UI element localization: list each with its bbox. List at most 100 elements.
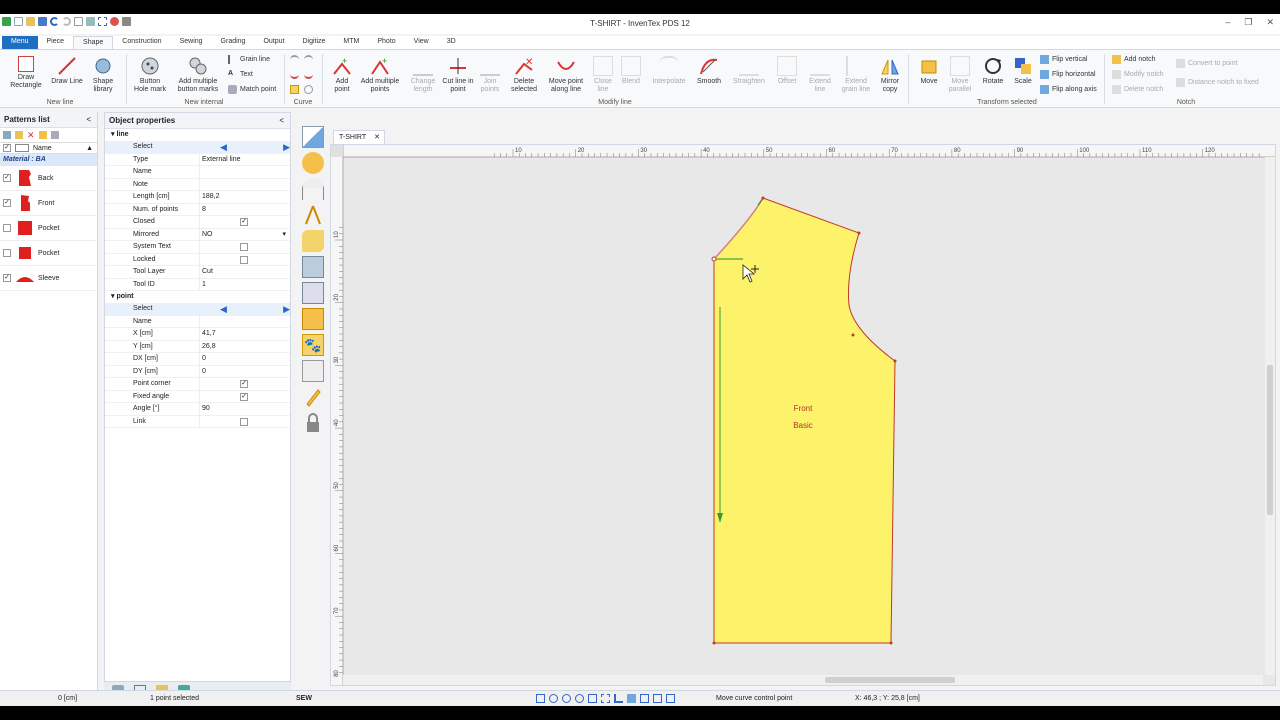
prop-point-link[interactable]: Link [105,415,290,428]
prop-point-fixed-angle[interactable]: Fixed angle ✓ [105,390,290,403]
vertical-scroll-thumb[interactable] [1267,365,1273,515]
flip-horizontal-button[interactable]: Flip horizontal [1040,70,1096,79]
close-icon[interactable]: ✕ [1266,17,1274,28]
fixed-angle-checkbox[interactable]: ✓ [240,392,248,401]
prop-point-dy[interactable]: DY [cm] 0 [105,365,290,378]
measure-icon[interactable] [653,694,662,703]
curve-ruler-tool-icon[interactable] [302,230,324,252]
delete-icon[interactable]: ✕ [27,131,35,140]
prop-point-name[interactable]: Name [105,315,290,328]
scale-button[interactable]: Scale [1010,56,1036,86]
interpolate-button[interactable]: Interpolate [648,56,690,86]
prop-line-mirrored[interactable]: Mirrored NO ▾ [105,228,290,241]
tab-grading[interactable]: Grading [212,36,255,49]
prop-value[interactable] [200,316,290,328]
distance-notch-button[interactable]: Distance notch to fixed [1176,78,1259,87]
select-all-checkbox[interactable]: ✓ [3,144,11,152]
compass-tool-icon[interactable] [302,204,324,226]
paw-tool-icon[interactable]: 🐾 [302,334,324,356]
lock-tool-icon[interactable] [302,412,324,434]
prop-line-tool-id[interactable]: Tool ID 1 [105,278,290,291]
shoulder-point[interactable] [761,196,765,200]
shape-library-button[interactable]: Shape library [86,56,120,94]
prop-line-closed[interactable]: Closed ✓ [105,216,290,229]
armhole-point[interactable] [851,333,855,337]
ruler-tool-icon[interactable] [302,126,324,148]
document-tab[interactable]: T-SHIRT ✕ [333,130,385,144]
curve-tool-2[interactable] [304,55,313,64]
prop-point-dx[interactable]: DX [cm] 0 [105,353,290,366]
selected-point[interactable] [711,256,717,262]
tab-shape[interactable]: Shape [73,36,114,49]
prop-value[interactable] [200,166,290,178]
collapse-properties-button[interactable]: < [279,113,284,129]
tab-photo[interactable]: Photo [368,36,404,49]
tab-view[interactable]: View [405,36,438,49]
prop-point-x[interactable]: X [cm] 41,7 [105,328,290,341]
prop-value[interactable]: External line [200,154,290,166]
pattern-row-pocket[interactable]: Pocket [0,216,97,241]
edit-icon[interactable] [15,131,23,139]
flip-vertical-button[interactable]: Flip vertical [1040,55,1087,64]
next-arrow-icon[interactable]: ▶ [283,303,290,315]
prop-value[interactable]: Cut [200,266,290,278]
prop-line-locked[interactable]: Locked [105,253,290,266]
restore-icon[interactable]: ❐ [1244,17,1252,28]
text-button[interactable]: A Text [228,70,253,79]
cut-line-in-point-button[interactable]: Cut line in point [442,56,474,94]
collapse-patterns-button[interactable]: < [86,112,91,128]
prop-value[interactable]: 0 [200,353,290,365]
pattern-checkbox[interactable]: ✓ [3,199,11,207]
close-line-button[interactable]: Close line [590,56,616,94]
tab-construction[interactable]: Construction [113,36,170,49]
link-checkbox[interactable] [240,417,248,426]
mode-indicator[interactable]: SEW [296,695,312,702]
align-tool-icon[interactable] [302,256,324,278]
prev-arrow-icon[interactable]: ◀ [220,303,227,315]
seam-tool-icon[interactable] [302,308,324,330]
prop-value[interactable]: 188,2 [200,191,290,203]
minimize-icon[interactable]: – [1225,17,1230,28]
folder-icon[interactable] [39,131,47,139]
prop-point-select[interactable]: Select ◀ ▶ [105,303,290,316]
point-section-header[interactable]: ▾ point [105,291,290,303]
drawing-canvas[interactable]: 10 20 30 40 50 60 70 80 90 100 110 120 10 20 30 40 50 60… [330,144,1276,686]
pattern-row-front[interactable]: ✓ Front [0,191,97,216]
prop-line-select[interactable]: Select ◀ ▶ [105,141,290,154]
curve-tool-1[interactable] [290,55,299,64]
locked-checkbox[interactable] [240,255,248,264]
prop-line-name[interactable]: Name [105,166,290,179]
zoom-out-icon[interactable] [575,694,584,703]
mirror-copy-button[interactable]: Mirror copy [876,56,904,94]
canvas-svg[interactable]: 10 20 30 40 50 60 70 80 90 100 110 120 10 20 30 40 50 60… [331,145,1275,685]
copy-tool-icon[interactable] [302,360,324,382]
blend-button[interactable]: Blend [618,56,644,86]
grid-toggle-icon[interactable] [601,694,610,703]
draw-line-button[interactable]: Draw Line [50,56,84,86]
pattern-checkbox[interactable] [3,249,11,257]
add-multiple-points-button[interactable]: + Add multiple points [358,56,402,94]
magnet-icon[interactable] [640,694,649,703]
tab-sewing[interactable]: Sewing [171,36,212,49]
add-multiple-button-marks-button[interactable]: Add multiple button marks [172,56,224,94]
prop-line-note[interactable]: Note [105,178,290,191]
extend-line-button[interactable]: Extend line [804,56,836,94]
snap-icon[interactable] [588,694,597,703]
close-tab-icon[interactable]: ✕ [374,131,380,144]
shoulder-point[interactable] [857,231,861,235]
line-section-header[interactable]: ▾ line [105,129,290,141]
prop-line-tool-layer[interactable]: Tool Layer Cut [105,266,290,279]
flip-along-axis-button[interactable]: Flip along axis [1040,85,1097,94]
zoom-in-icon[interactable] [562,694,571,703]
curve-tool-3[interactable] [290,70,299,79]
move-point-along-line-button[interactable]: Move point along line [544,56,588,94]
closed-checkbox[interactable]: ✓ [240,218,248,226]
point-snap-icon[interactable] [627,694,636,703]
dropdown-arrow-icon[interactable]: ▾ [282,229,286,241]
hem-point[interactable] [889,641,893,645]
prop-value[interactable]: 90 [200,403,290,415]
add-notch-button[interactable]: Add notch [1112,55,1156,64]
pattern-row-back[interactable]: ✓ Back [0,166,97,191]
delete-notch-button[interactable]: Delete notch [1112,85,1163,94]
extend-grain-line-button[interactable]: Extend grain line [838,56,874,94]
